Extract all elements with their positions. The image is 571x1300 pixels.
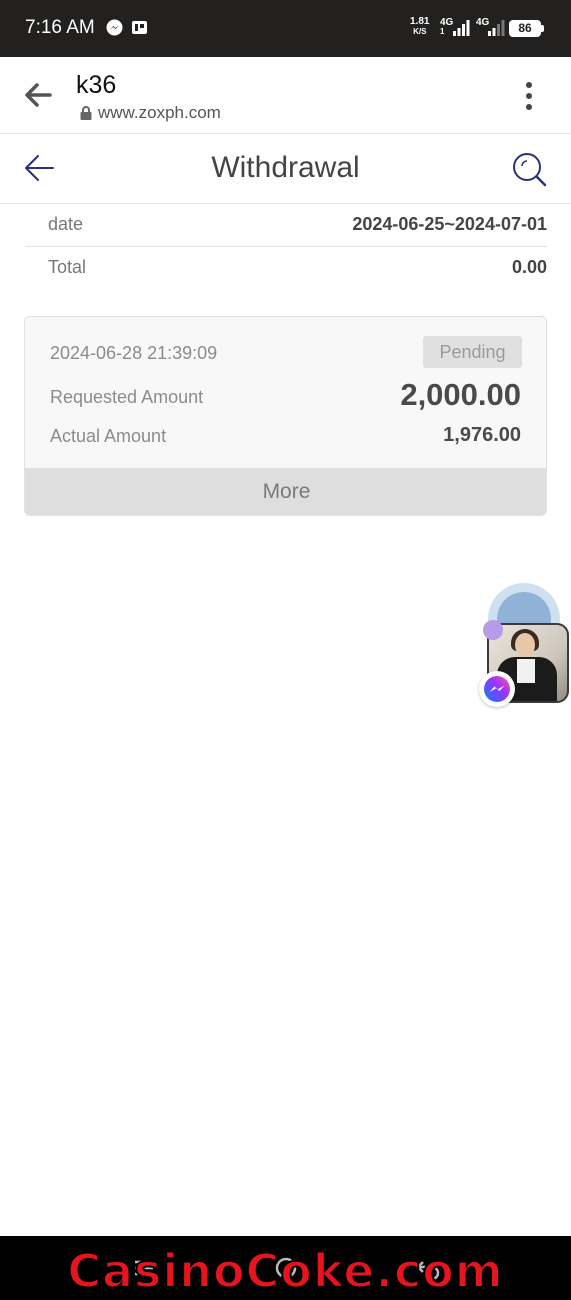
battery-level: 86 (518, 21, 532, 35)
messenger-icon (106, 19, 124, 37)
actual-amount-label: Actual Amount (50, 426, 167, 446)
more-options-icon[interactable] (520, 79, 540, 113)
actual-amount-value: 1,976.00 (443, 424, 521, 446)
signal1-sub: 1 (440, 27, 445, 36)
watermark-text: CasinoCoke.com (66, 1243, 504, 1299)
date-label: date (48, 214, 84, 234)
date-range-row[interactable]: date 2024-06-25~2024-07-01 (25, 204, 547, 247)
date-range-value[interactable]: 2024-06-25~2024-07-01 (352, 214, 547, 235)
total-value: 0.00 (511, 257, 547, 277)
record-datetime: 2024-06-28 21:39:09 (50, 343, 218, 363)
net-speed-unit: K/S (413, 27, 427, 36)
powerpoint-icon (131, 19, 149, 37)
requested-amount-label: Requested Amount (50, 387, 204, 407)
status-bar: 7:16 AM 1.81 K/S 4G 1 4G 86 (0, 0, 571, 57)
battery-icon: 86 (509, 20, 541, 37)
browser-bar: k36 www.zoxph.com (0, 57, 571, 134)
browser-url[interactable]: www.zoxph.com (98, 103, 221, 123)
search-icon[interactable] (510, 150, 550, 190)
requested-amount-value: 2,000.00 (400, 377, 521, 412)
net-speed: 1.81 K/S (410, 17, 429, 37)
battery-tip (541, 25, 544, 32)
status-time: 7:16 AM (25, 17, 95, 38)
page-title: Withdrawal (211, 151, 360, 184)
signal2-icon: 4G (476, 17, 506, 39)
withdrawal-record-card: 2024-06-28 21:39:09 Pending Requested Am… (24, 316, 547, 516)
net-speed-value: 1.81 (410, 16, 430, 27)
messenger-badge-icon (479, 671, 515, 707)
lock-icon (79, 106, 93, 120)
total-row: Total 0.00 (25, 247, 547, 290)
more-button[interactable]: More (25, 468, 546, 515)
browser-back-icon[interactable] (22, 81, 54, 109)
notification-dot (483, 620, 503, 640)
signal-icon: 4G 1 (440, 17, 472, 39)
app-header: Withdrawal (0, 134, 571, 204)
browser-title: k36 (76, 71, 117, 99)
total-label: Total (48, 257, 87, 277)
status-badge: Pending (423, 336, 522, 368)
